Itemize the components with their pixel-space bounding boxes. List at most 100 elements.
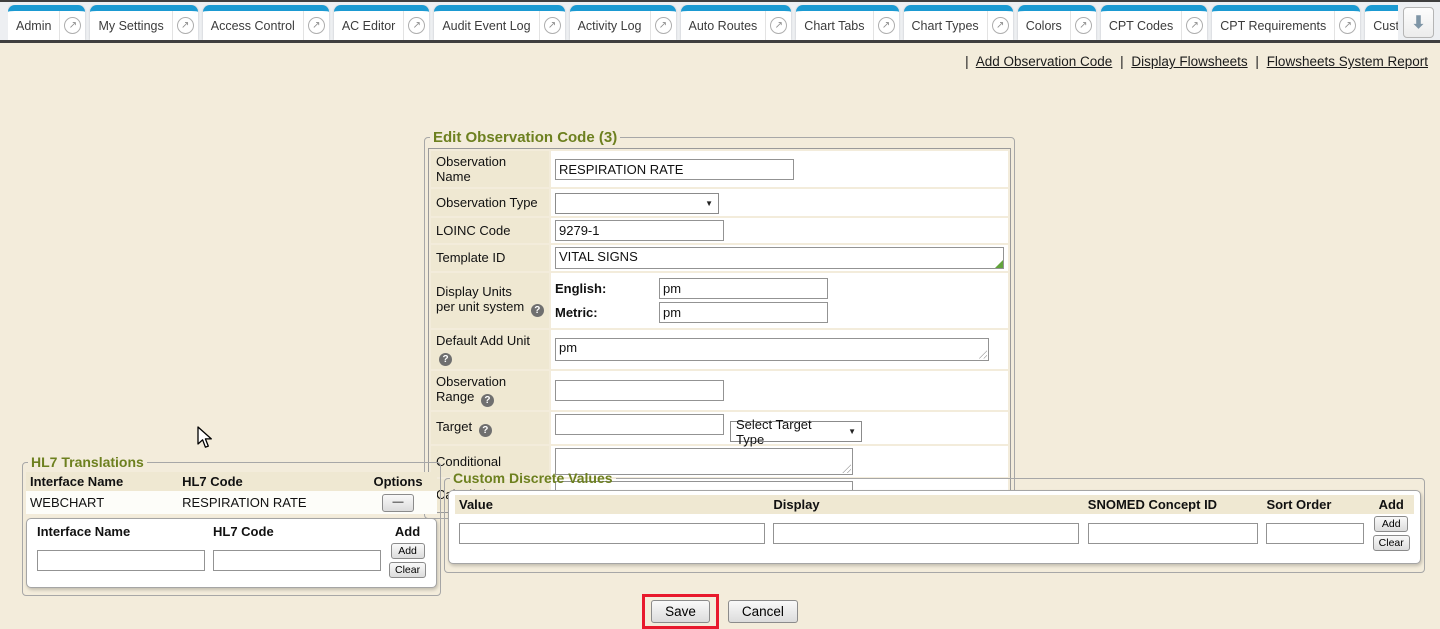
cdv-sort-order-input[interactable] bbox=[1266, 523, 1364, 544]
tab-label: My Settings bbox=[90, 11, 171, 40]
tab-label: CPT Requirements bbox=[1212, 11, 1334, 40]
tab-label: Admin bbox=[8, 11, 59, 40]
cancel-button[interactable]: Cancel bbox=[728, 600, 798, 623]
default-add-unit-row: Default Add Unit ? pm bbox=[431, 330, 1008, 369]
hl7-header-row: Interface Name HL7 Code Options bbox=[26, 472, 437, 491]
display-units-help-icon[interactable]: ? bbox=[531, 304, 544, 317]
default-add-unit-input[interactable]: pm bbox=[555, 338, 989, 361]
target-input[interactable] bbox=[555, 414, 724, 435]
hl7-col-options: Options bbox=[359, 472, 437, 491]
remove-translation-button[interactable]: — bbox=[382, 494, 414, 512]
tab-ac-editor[interactable]: AC Editor↗ bbox=[334, 5, 430, 40]
template-id-row: Template ID VITAL SIGNS bbox=[431, 245, 1008, 271]
hl7-add-button[interactable]: Add bbox=[391, 543, 425, 559]
cdv-col-snomed: SNOMED Concept ID bbox=[1084, 495, 1263, 514]
edit-observation-code-legend: Edit Observation Code (3) bbox=[430, 129, 620, 146]
tab-cpt-requirements[interactable]: CPT Requirements↗ bbox=[1212, 5, 1360, 40]
tab-open-new[interactable]: ↗ bbox=[172, 11, 198, 40]
tab-my-settings[interactable]: My Settings↗ bbox=[90, 5, 197, 40]
observation-name-input[interactable] bbox=[555, 159, 794, 180]
loinc-code-label: LOINC Code bbox=[431, 218, 549, 243]
hl7-clear-button[interactable]: Clear bbox=[389, 562, 426, 578]
tab-open-new[interactable]: ↗ bbox=[59, 11, 85, 40]
external-link-icon: ↗ bbox=[64, 17, 81, 34]
flowsheets-system-report-link[interactable]: Flowsheets System Report bbox=[1267, 54, 1428, 69]
header-action-links: | Add Observation Code | Display Flowshe… bbox=[961, 54, 1428, 69]
tab-open-new[interactable]: ↗ bbox=[1070, 11, 1096, 40]
save-button[interactable]: Save bbox=[651, 600, 710, 623]
link-separator: | bbox=[1255, 54, 1259, 69]
tab-open-new[interactable]: ↗ bbox=[403, 11, 429, 40]
form-actions: Save Cancel bbox=[0, 594, 1440, 629]
tab-cpt-codes[interactable]: CPT Codes↗ bbox=[1101, 5, 1207, 40]
tab-label: Chart Types bbox=[904, 11, 987, 40]
tab-chart-tabs[interactable]: Chart Tabs↗ bbox=[796, 5, 898, 40]
observation-type-select[interactable]: ▼ bbox=[555, 193, 719, 214]
tab-audit-event-log[interactable]: Audit Event Log↗ bbox=[434, 5, 564, 40]
tab-access-control[interactable]: Access Control ↗ bbox=[203, 5, 329, 40]
metric-units-input[interactable] bbox=[659, 302, 828, 323]
english-units-label: English: bbox=[555, 281, 659, 296]
external-link-icon: ↗ bbox=[308, 17, 325, 34]
tab-open-new[interactable]: ↗ bbox=[873, 11, 899, 40]
external-link-icon: ↗ bbox=[1075, 17, 1092, 34]
tab-activity-log[interactable]: Activity Log↗ bbox=[570, 5, 676, 40]
display-units-label: Display Units per unit system ? bbox=[431, 273, 549, 328]
cdv-col-display: Display bbox=[769, 495, 1083, 514]
english-units-input[interactable] bbox=[659, 278, 828, 299]
external-link-icon: ↗ bbox=[408, 17, 425, 34]
cdv-snomed-concept-id-input[interactable] bbox=[1088, 523, 1258, 544]
default-add-unit-help-icon[interactable]: ? bbox=[439, 353, 452, 366]
hl7-col-interface-name: Interface Name bbox=[26, 472, 178, 491]
tab-label: Access Control bbox=[203, 11, 303, 40]
hl7-add-col-hl7-code: HL7 Code bbox=[209, 522, 385, 541]
tab-chart-types[interactable]: Chart Types↗ bbox=[904, 5, 1013, 40]
cdv-add-button[interactable]: Add bbox=[1374, 516, 1408, 532]
hl7-translations-table: Interface Name HL7 Code Options WEBCHART… bbox=[26, 472, 437, 514]
tab-open-new[interactable]: ↗ bbox=[650, 11, 676, 40]
custom-discrete-values-legend: Custom Discrete Values bbox=[450, 470, 616, 486]
tab-label: Colors bbox=[1018, 11, 1070, 40]
loinc-code-input[interactable] bbox=[555, 220, 724, 241]
observation-range-help-icon[interactable]: ? bbox=[481, 394, 494, 407]
edit-observation-form: Observation Name Observation Type ▼ LOIN… bbox=[428, 148, 1011, 513]
tab-auto-routes[interactable]: Auto Routes↗ bbox=[681, 5, 792, 40]
hl7-new-interface-name-input[interactable] bbox=[37, 550, 205, 571]
tab-open-new[interactable]: ↗ bbox=[539, 11, 565, 40]
display-flowsheets-link[interactable]: Display Flowsheets bbox=[1131, 54, 1247, 69]
hl7-add-col-add: Add bbox=[385, 522, 430, 541]
observation-range-input[interactable] bbox=[555, 380, 724, 401]
add-observation-code-link[interactable]: Add Observation Code bbox=[976, 54, 1113, 69]
tab-open-new[interactable]: ↗ bbox=[987, 11, 1013, 40]
tab-colors[interactable]: Colors ↗ bbox=[1018, 5, 1096, 40]
hl7-code-cell: RESPIRATION RATE bbox=[178, 491, 359, 514]
target-type-selected-value: Select Target Type bbox=[736, 417, 842, 447]
tab-open-new[interactable]: ↗ bbox=[1334, 11, 1360, 40]
target-type-select[interactable]: Select Target Type ▼ bbox=[730, 421, 862, 442]
tab-open-new[interactable]: ↗ bbox=[765, 11, 791, 40]
target-label: Target ? bbox=[431, 412, 549, 445]
tab-label: Activity Log bbox=[570, 11, 650, 40]
target-help-icon[interactable]: ? bbox=[479, 424, 492, 437]
table-row: WEBCHART RESPIRATION RATE — bbox=[26, 491, 437, 514]
cdv-value-input[interactable] bbox=[459, 523, 765, 544]
tab-custom-pharmacy[interactable]: Custom Pharmacy↗ bbox=[1365, 5, 1398, 40]
hl7-new-code-input[interactable] bbox=[213, 550, 381, 571]
tab-admin[interactable]: Admin ↗ bbox=[8, 5, 85, 40]
tab-open-new[interactable]: ↗ bbox=[1181, 11, 1207, 40]
edit-observation-code-fieldset: Edit Observation Code (3) Observation Na… bbox=[424, 129, 1015, 519]
cdv-display-input[interactable] bbox=[773, 523, 1079, 544]
show-more-tabs-button[interactable]: ⬇ bbox=[1403, 7, 1434, 38]
observation-type-row: Observation Type ▼ bbox=[431, 189, 1008, 216]
observation-range-label: Observation Range ? bbox=[431, 371, 549, 410]
link-separator: | bbox=[965, 54, 969, 69]
external-link-icon: ↗ bbox=[1186, 17, 1203, 34]
tab-open-new[interactable]: ↗ bbox=[303, 11, 329, 40]
cdv-col-add: Add bbox=[1368, 495, 1414, 514]
dropdown-arrow-icon: ▼ bbox=[705, 199, 713, 208]
metric-units-label: Metric: bbox=[555, 305, 659, 320]
hl7-add-header-row: Interface Name HL7 Code Add bbox=[33, 522, 430, 541]
cdv-clear-button[interactable]: Clear bbox=[1373, 535, 1410, 551]
page-content: | Add Observation Code | Display Flowshe… bbox=[0, 43, 1440, 589]
template-id-input[interactable]: VITAL SIGNS bbox=[555, 247, 1004, 269]
